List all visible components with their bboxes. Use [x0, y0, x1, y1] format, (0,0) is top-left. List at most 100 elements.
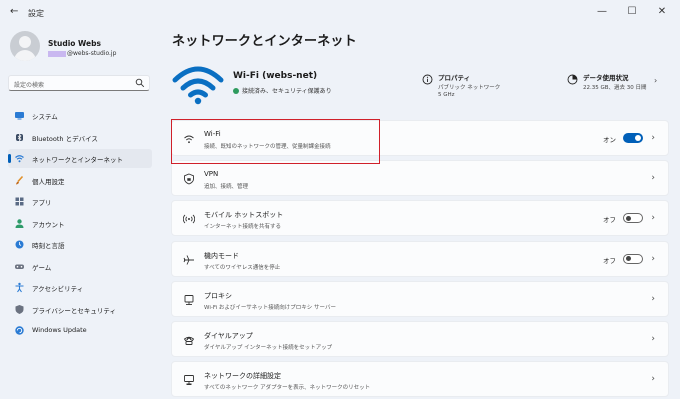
row-title: プロキシ	[204, 291, 232, 300]
wifi-toggle[interactable]	[623, 133, 643, 143]
close-button[interactable]: ✕	[648, 4, 676, 20]
data-usage-link[interactable]: データ使用状況	[583, 72, 629, 82]
airplane-mode-row[interactable]: 機内モード すべてのワイヤレス通信を停止 オフ ›	[171, 240, 669, 277]
dialup-row[interactable]: ダイヤルアップ ダイヤルアップ インターネット接続をセットアップ ›	[171, 320, 669, 357]
sidebar-item-apps[interactable]: アプリ	[8, 192, 152, 211]
proxy-icon	[184, 294, 194, 305]
row-title: 機内モード	[204, 251, 239, 260]
wifi-icon	[15, 155, 24, 163]
gamepad-icon	[15, 264, 24, 269]
settings-list: Wi-Fi 接続、既知のネットワークの管理、従量制課金接続 オン › VPN 追…	[171, 120, 669, 399]
row-description: 接続、既知のネットワークの管理、従量制課金接続	[204, 144, 331, 150]
accessibility-icon	[15, 282, 24, 293]
title-bar: ← 設定 — ☐ ✕	[0, 0, 680, 26]
airplane-mode-toggle[interactable]	[623, 253, 643, 264]
sidebar-item-label: 個人用設定	[32, 177, 65, 186]
sidebar-item-label: アプリ	[32, 199, 52, 207]
chevron-right-icon: ›	[651, 374, 655, 385]
advanced-network-row[interactable]: ネットワークの詳細設定 すべてのネットワーク アダプターを表示、ネットワークのリ…	[171, 361, 669, 398]
vpn-shield-icon	[184, 173, 194, 185]
window-title: 設定	[28, 9, 44, 18]
apps-icon	[15, 197, 24, 206]
sidebar-item-label: ネットワークとインターネット	[32, 156, 123, 164]
sidebar-item-accessibility[interactable]: アクセシビリティ	[8, 278, 152, 297]
properties-network-type: パブリック ネットワーク	[438, 85, 501, 91]
row-description: すべてのネットワーク アダプターを表示、ネットワークのリセット	[204, 385, 371, 392]
data-usage-amount: 22.35 GB、過去 30 日間	[583, 85, 647, 91]
network-name: Wi-Fi (webs-net)	[233, 71, 318, 81]
sidebar-item-bluetooth[interactable]: Bluetooth とデバイス	[8, 128, 152, 147]
sidebar-item-label: アクセシビリティ	[32, 285, 84, 293]
page-title: ネットワークとインターネット	[172, 34, 357, 49]
sidebar-item-windows-update[interactable]: Windows Update	[8, 321, 152, 340]
chevron-right-icon: ›	[651, 333, 655, 344]
search-icon	[135, 78, 145, 88]
properties-link[interactable]: プロパティ	[438, 72, 470, 82]
secure-shield-icon	[233, 88, 239, 94]
sidebar-item-label: プライバシーとセキュリティ	[32, 306, 116, 315]
row-title: ダイヤルアップ	[204, 331, 253, 340]
info-icon	[422, 74, 433, 85]
proxy-row[interactable]: プロキシ Wi-Fi およびイーサネット接続向けプロキシ サーバー ›	[171, 280, 669, 317]
chevron-right-icon: ›	[651, 253, 655, 264]
search-placeholder: 設定の検索	[14, 82, 45, 89]
chevron-right-icon: ›	[651, 133, 655, 143]
chevron-right-icon: ›	[651, 173, 655, 184]
wifi-hero-icon	[172, 66, 224, 105]
user-email: @webs-studio.jp	[48, 50, 116, 57]
row-title: Wi-Fi	[204, 130, 221, 138]
toggle-state-label: オフ	[603, 256, 616, 265]
toggle-state-label: オン	[603, 136, 616, 144]
sidebar: Studio Webs @webs-studio.jp 設定の検索 システム B…	[0, 26, 160, 399]
airplane-icon	[183, 254, 194, 265]
wifi-icon	[184, 135, 194, 144]
sidebar-item-label: ゲーム	[32, 263, 52, 272]
row-description: 追加、接続、管理	[204, 184, 249, 191]
minimize-button[interactable]: —	[588, 4, 616, 20]
chevron-right-icon[interactable]: ›	[654, 76, 657, 85]
row-description: インターネット接続を共有する	[204, 224, 282, 231]
dialup-icon	[183, 336, 195, 345]
row-description: Wi-Fi およびイーサネット接続向けプロキシ サーバー	[204, 304, 336, 311]
user-name: Studio Webs	[48, 39, 101, 48]
avatar[interactable]	[10, 31, 40, 61]
sidebar-item-time-language[interactable]: 時刻と言語	[8, 235, 152, 254]
network-advanced-icon	[184, 375, 194, 386]
network-status: 接続済み、セキュリティ保護あり	[233, 86, 332, 95]
row-title: モバイル ホットスポット	[204, 211, 284, 220]
hotspot-icon	[183, 215, 195, 224]
brush-icon	[16, 175, 24, 184]
mobile-hotspot-row[interactable]: モバイル ホットスポット インターネット接続を共有する オフ ›	[171, 200, 669, 237]
bluetooth-icon	[16, 133, 23, 141]
sidebar-nav: システム Bluetooth とデバイス ネットワークとインターネット 個人用設…	[8, 106, 152, 343]
shield-icon	[15, 304, 24, 314]
sidebar-item-gaming[interactable]: ゲーム	[8, 257, 152, 276]
chevron-right-icon: ›	[651, 293, 655, 304]
chevron-right-icon: ›	[651, 213, 655, 224]
wifi-settings-row[interactable]: Wi-Fi 接続、既知のネットワークの管理、従量制課金接続 オン ›	[171, 120, 669, 156]
sidebar-item-network[interactable]: ネットワークとインターネット	[8, 149, 152, 168]
sidebar-item-label: Bluetooth とデバイス	[32, 134, 98, 143]
sidebar-item-label: システム	[32, 113, 58, 121]
row-description: ダイヤルアップ インターネット接続をセットアップ	[204, 344, 333, 351]
globe-clock-icon	[15, 240, 24, 249]
sidebar-item-accounts[interactable]: アカウント	[8, 214, 152, 233]
properties-band: 5 GHz	[438, 92, 455, 98]
row-title: VPN	[204, 170, 219, 179]
sidebar-item-label: アカウント	[32, 220, 65, 229]
row-description: すべてのワイヤレス通信を停止	[204, 264, 281, 271]
sidebar-item-personalization[interactable]: 個人用設定	[8, 171, 152, 190]
sidebar-item-privacy[interactable]: プライバシーとセキュリティ	[8, 300, 152, 319]
person-icon	[15, 218, 24, 228]
vpn-settings-row[interactable]: VPN 追加、接続、管理 ›	[171, 160, 669, 197]
mobile-hotspot-toggle[interactable]	[623, 213, 643, 224]
back-arrow-icon[interactable]: ←	[10, 6, 18, 17]
sidebar-item-system[interactable]: システム	[8, 106, 152, 125]
search-input[interactable]: 設定の検索	[8, 75, 150, 91]
maximize-button[interactable]: ☐	[618, 4, 646, 20]
active-indicator	[8, 154, 11, 163]
update-icon	[15, 326, 24, 335]
toggle-state-label: オフ	[603, 216, 616, 225]
row-title: ネットワークの詳細設定	[204, 372, 281, 381]
sidebar-item-label: Windows Update	[32, 326, 87, 334]
